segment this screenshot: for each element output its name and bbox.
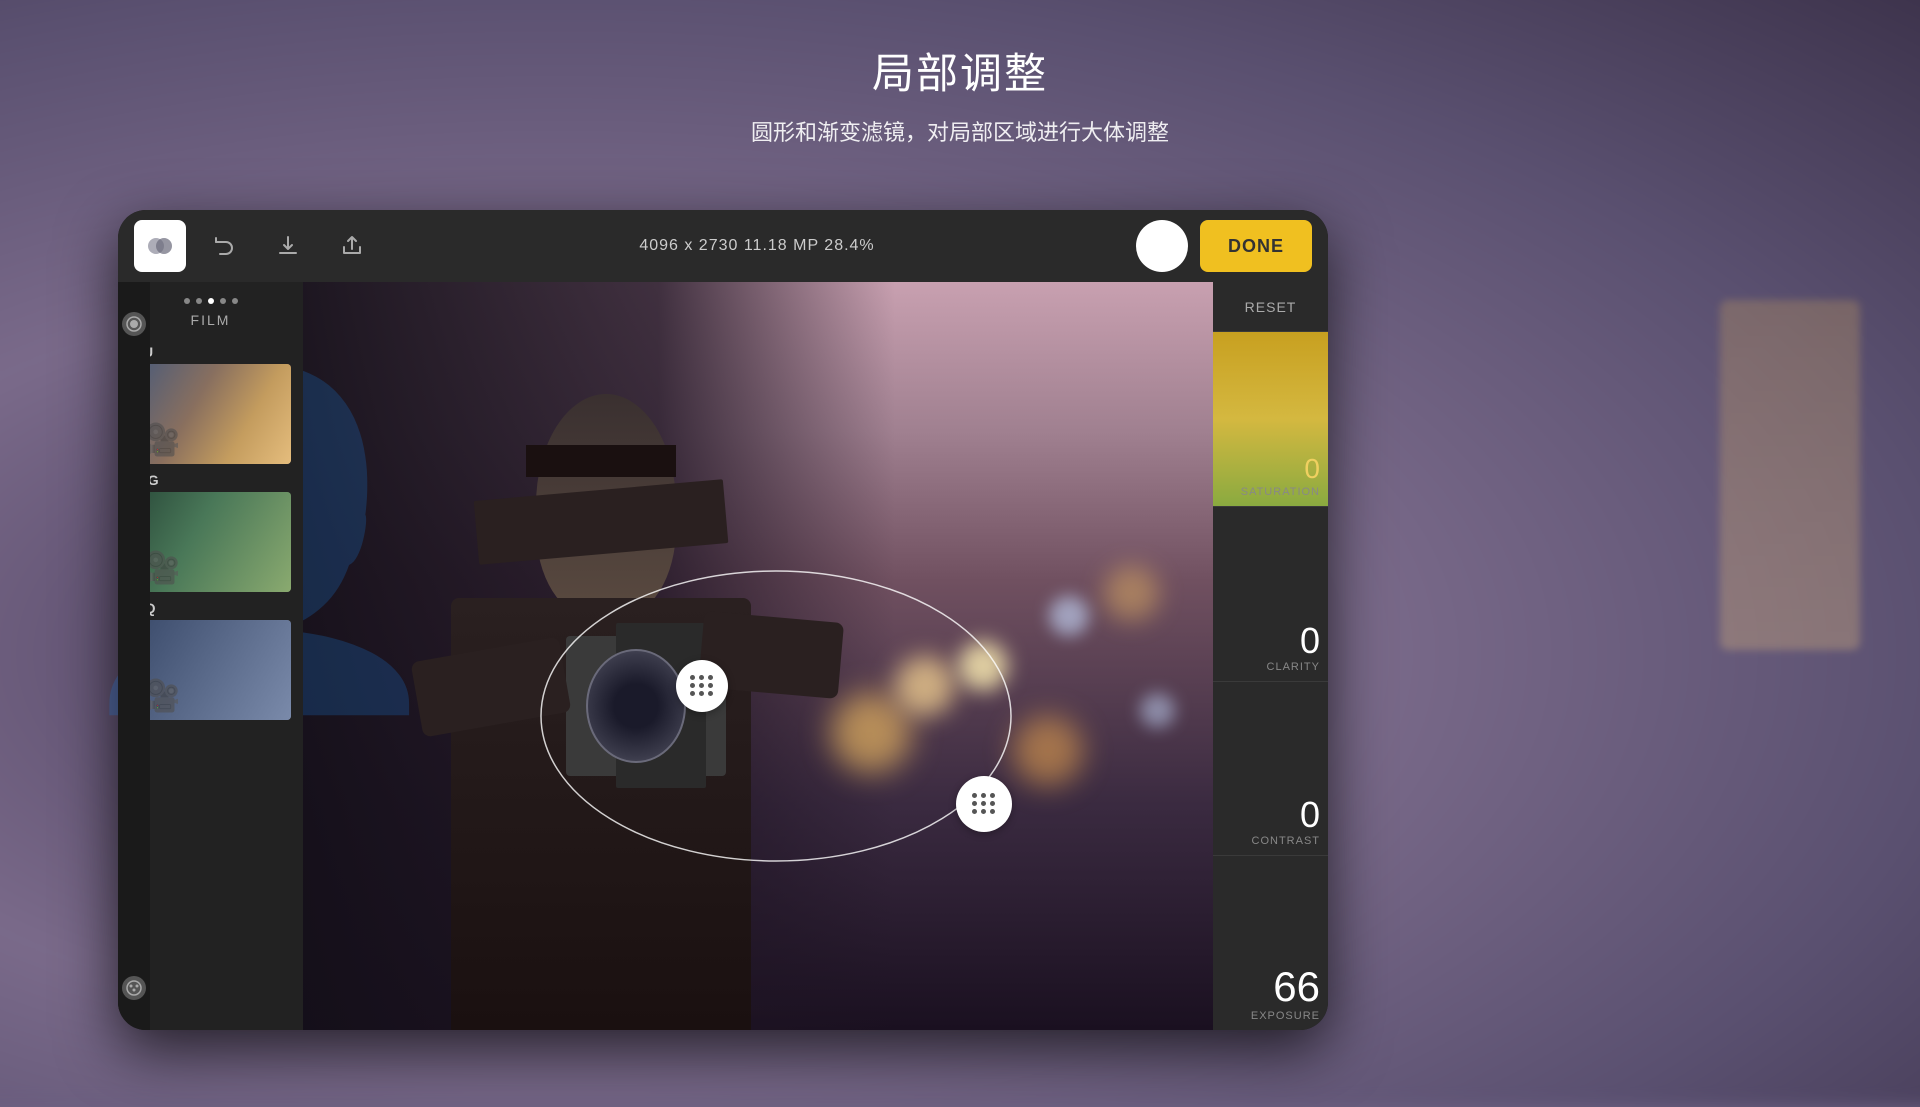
top-edge-icon bbox=[122, 312, 146, 336]
page-subtitle: 圆形和渐变滤镜，对局部区域进行大体调整 bbox=[0, 115, 1920, 147]
contrast-label: CONTRAST bbox=[1252, 835, 1321, 847]
exposure-value: 66 bbox=[1273, 966, 1320, 1008]
image-info: 4096 x 2730 11.18 MP 28.4% bbox=[390, 237, 1124, 255]
dot-5 bbox=[232, 298, 238, 304]
film-label-lu: LU bbox=[131, 344, 291, 360]
circle-mode-button[interactable] bbox=[1136, 220, 1188, 272]
clarity-value: 0 bbox=[1300, 623, 1320, 659]
contrast-value: 0 bbox=[1300, 797, 1320, 833]
film-item-aq[interactable]: AQ 🎥 bbox=[131, 600, 291, 720]
dot-2 bbox=[196, 298, 202, 304]
left-edge bbox=[118, 282, 150, 1030]
done-button[interactable]: DONE bbox=[1200, 220, 1312, 272]
adjustment-saturation[interactable]: 0 SATURATION bbox=[1213, 332, 1328, 507]
film-label-wg: WG bbox=[131, 472, 291, 488]
dot-3 bbox=[208, 298, 214, 304]
share-button[interactable] bbox=[326, 220, 378, 272]
film-thumb-aq: 🎥 bbox=[131, 620, 291, 720]
toolbar: 4096 x 2730 11.18 MP 28.4% DONE bbox=[118, 210, 1328, 282]
title-area: 局部调整 圆形和渐变滤镜，对局部区域进行大体调整 bbox=[0, 40, 1920, 147]
sidebar-film-label: FILM bbox=[191, 312, 231, 328]
bottom-edge-icon bbox=[122, 976, 146, 1000]
film-thumb-wg: 🎥 bbox=[131, 492, 291, 592]
film-thumb-lu: 🎥 bbox=[131, 364, 291, 464]
saturation-label: SATURATION bbox=[1241, 486, 1320, 498]
exposure-label: EXPOSURE bbox=[1251, 1010, 1320, 1022]
adjustment-contrast[interactable]: 0 CONTRAST bbox=[1213, 682, 1328, 857]
saturation-value: 0 bbox=[1304, 448, 1320, 484]
page-title: 局部调整 bbox=[0, 40, 1920, 101]
film-item-lu[interactable]: LU 🎥 bbox=[131, 344, 291, 464]
right-panel: RESET 0 SATURATION 0 CLARITY 0 CONTRAST … bbox=[1213, 282, 1328, 1030]
download-button[interactable] bbox=[262, 220, 314, 272]
reset-button[interactable]: RESET bbox=[1213, 282, 1328, 332]
adjustment-clarity[interactable]: 0 CLARITY bbox=[1213, 507, 1328, 682]
dot-4 bbox=[220, 298, 226, 304]
film-item-wg[interactable]: WG 🎥 bbox=[131, 472, 291, 592]
layers-button[interactable] bbox=[134, 220, 186, 272]
clarity-label: CLARITY bbox=[1267, 661, 1320, 673]
undo-button[interactable] bbox=[198, 220, 250, 272]
adjustment-exposure[interactable]: 66 EXPOSURE bbox=[1213, 856, 1328, 1030]
sidebar-dots bbox=[184, 298, 238, 304]
film-label-aq: AQ bbox=[131, 600, 291, 616]
dot-1 bbox=[184, 298, 190, 304]
